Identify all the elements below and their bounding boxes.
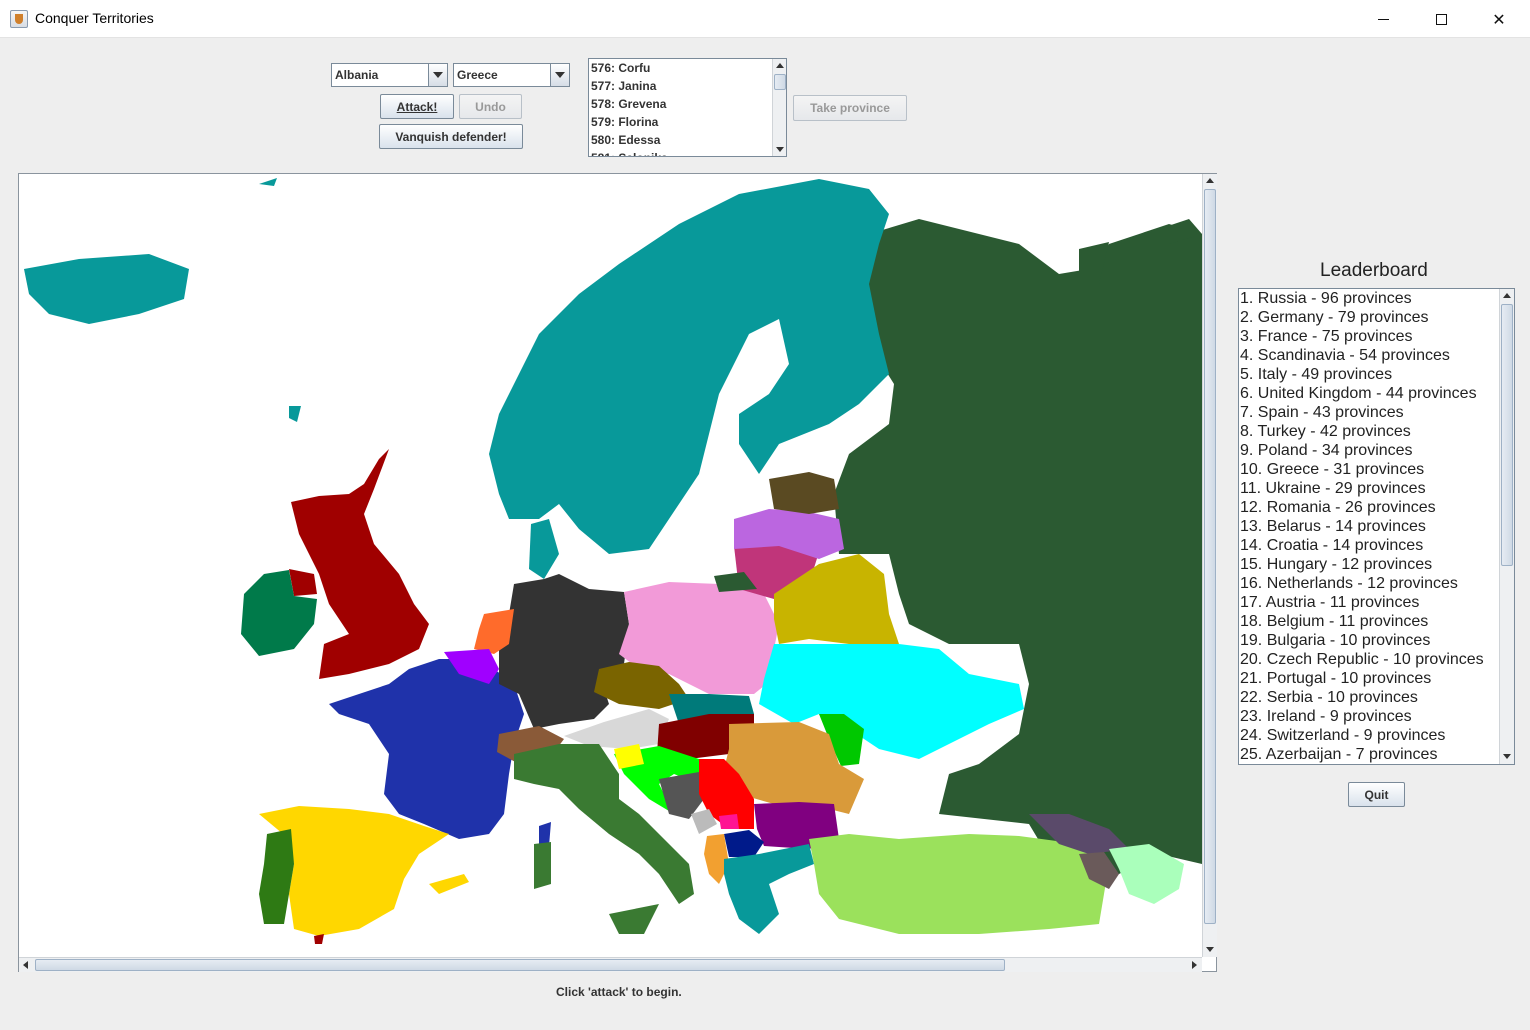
- territory-svalbard[interactable]: [259, 178, 277, 186]
- list-item[interactable]: 10. Greece - 31 provinces: [1239, 460, 1514, 479]
- scroll-down-icon[interactable]: [773, 142, 786, 156]
- scroll-thumb[interactable]: [774, 74, 786, 90]
- scroll-thumb[interactable]: [35, 959, 1005, 971]
- window-title: Conquer Territories: [35, 10, 154, 26]
- list-item[interactable]: 24. Switzerland - 9 provinces: [1239, 726, 1514, 745]
- list-item[interactable]: 25. Azerbaijan - 7 provinces: [1239, 745, 1514, 764]
- territory-gibraltar[interactable]: [314, 934, 324, 944]
- province-list[interactable]: 576: Corfu 577: Janina 578: Grevena 579:…: [588, 58, 787, 157]
- list-item[interactable]: 578: Grevena: [589, 95, 786, 113]
- territory-russia[interactable]: [834, 219, 1202, 874]
- list-item[interactable]: 8. Turkey - 42 provinces: [1239, 422, 1514, 441]
- undo-button[interactable]: Undo: [459, 94, 522, 119]
- vanquish-button-label: Vanquish defender!: [395, 129, 507, 144]
- list-item[interactable]: 579: Florina: [589, 113, 786, 131]
- attack-button[interactable]: Attack!: [380, 94, 454, 119]
- scroll-left-icon[interactable]: [19, 958, 33, 972]
- territory-estonia[interactable]: [769, 472, 839, 514]
- scroll-up-icon[interactable]: [1500, 289, 1514, 303]
- territory-faroe[interactable]: [289, 406, 301, 422]
- territory-united-kingdom[interactable]: [291, 449, 429, 679]
- list-item[interactable]: 7. Spain - 43 provinces: [1239, 403, 1514, 422]
- quit-button[interactable]: Quit: [1348, 782, 1405, 807]
- scroll-up-icon[interactable]: [1203, 174, 1217, 188]
- scroll-down-icon[interactable]: [1500, 749, 1514, 763]
- territory-turkey[interactable]: [809, 834, 1109, 934]
- list-item[interactable]: 20. Czech Republic - 10 provinces: [1239, 650, 1514, 669]
- chevron-down-icon[interactable]: [550, 64, 569, 86]
- scroll-up-icon[interactable]: [773, 59, 786, 73]
- list-item[interactable]: 14. Croatia - 14 provinces: [1239, 536, 1514, 555]
- defender-select[interactable]: Greece: [453, 63, 570, 87]
- map-viewport[interactable]: [18, 173, 1217, 972]
- territory-portugal[interactable]: [259, 829, 294, 924]
- list-item[interactable]: 577: Janina: [589, 77, 786, 95]
- scroll-thumb[interactable]: [1204, 189, 1216, 924]
- scroll-right-icon[interactable]: [1187, 958, 1201, 972]
- europe-map[interactable]: [19, 174, 1202, 957]
- undo-button-label: Undo: [475, 99, 506, 114]
- territory-sicily[interactable]: [609, 904, 659, 934]
- list-item[interactable]: 5. Italy - 49 provinces: [1239, 365, 1514, 384]
- territory-denmark[interactable]: [529, 519, 559, 579]
- list-item[interactable]: 6. United Kingdom - 44 provinces: [1239, 384, 1514, 403]
- attacker-select[interactable]: Albania: [331, 63, 448, 87]
- list-item[interactable]: 581: Salonika: [589, 149, 786, 156]
- list-item[interactable]: 11. Ukraine - 29 provinces: [1239, 479, 1514, 498]
- leaderboard-list[interactable]: 1. Russia - 96 provinces 2. Germany - 79…: [1238, 288, 1515, 765]
- list-item[interactable]: 19. Bulgaria - 10 provinces: [1239, 631, 1514, 650]
- minimize-button[interactable]: [1354, 0, 1412, 38]
- map-horizontal-scrollbar[interactable]: [19, 957, 1202, 972]
- list-item[interactable]: 22. Serbia - 10 provinces: [1239, 688, 1514, 707]
- scroll-thumb[interactable]: [1501, 304, 1513, 566]
- list-item[interactable]: 12. Romania - 26 provinces: [1239, 498, 1514, 517]
- java-app-icon: [10, 10, 28, 28]
- close-button[interactable]: ✕: [1470, 0, 1528, 38]
- territory-bosnia[interactable]: [659, 772, 704, 819]
- leaderboard-title: Leaderboard: [1320, 260, 1428, 281]
- leaderboard-scrollbar[interactable]: [1499, 289, 1514, 764]
- status-message: Click 'attack' to begin.: [556, 985, 682, 999]
- maximize-icon: [1435, 13, 1447, 25]
- quit-button-label: Quit: [1364, 787, 1389, 802]
- list-item[interactable]: 4. Scandinavia - 54 provinces: [1239, 346, 1514, 365]
- territory-kosovo[interactable]: [719, 814, 739, 829]
- list-item[interactable]: 13. Belarus - 14 provinces: [1239, 517, 1514, 536]
- list-item[interactable]: 16. Netherlands - 12 provinces: [1239, 574, 1514, 593]
- scroll-down-icon[interactable]: [1203, 942, 1217, 956]
- list-item[interactable]: 580: Edessa: [589, 131, 786, 149]
- take-province-button[interactable]: Take province: [793, 95, 907, 121]
- list-item[interactable]: 1. Russia - 96 provinces: [1239, 289, 1514, 308]
- list-item[interactable]: 23. Ireland - 9 provinces: [1239, 707, 1514, 726]
- territory-balearic[interactable]: [429, 874, 469, 894]
- defender-select-value: Greece: [457, 68, 498, 82]
- minimize-icon: [1377, 18, 1389, 20]
- chevron-down-icon[interactable]: [428, 64, 447, 86]
- title-bar: Conquer Territories ✕: [0, 0, 1530, 38]
- maximize-button[interactable]: [1412, 0, 1470, 38]
- take-province-label: Take province: [810, 101, 890, 115]
- list-item[interactable]: 2. Germany - 79 provinces: [1239, 308, 1514, 327]
- map-vertical-scrollbar[interactable]: [1202, 174, 1217, 957]
- territory-iceland[interactable]: [24, 254, 189, 324]
- list-item[interactable]: 18. Belgium - 11 provinces: [1239, 612, 1514, 631]
- list-item[interactable]: 3. France - 75 provinces: [1239, 327, 1514, 346]
- close-icon: ✕: [1492, 9, 1506, 29]
- territory-sardinia[interactable]: [534, 842, 551, 889]
- list-item[interactable]: 576: Corfu: [589, 59, 786, 77]
- vanquish-defender-button[interactable]: Vanquish defender!: [379, 124, 523, 149]
- list-item[interactable]: 21. Portugal - 10 provinces: [1239, 669, 1514, 688]
- territory-greece[interactable]: [724, 844, 814, 934]
- list-item[interactable]: 9. Poland - 34 provinces: [1239, 441, 1514, 460]
- list-item[interactable]: 15. Hungary - 12 provinces: [1239, 555, 1514, 574]
- attack-button-label: Attack!: [396, 99, 438, 114]
- territory-macedonia[interactable]: [724, 830, 764, 857]
- attacker-select-value: Albania: [335, 68, 379, 82]
- province-list-scrollbar[interactable]: [772, 59, 786, 156]
- list-item[interactable]: 17. Austria - 11 provinces: [1239, 593, 1514, 612]
